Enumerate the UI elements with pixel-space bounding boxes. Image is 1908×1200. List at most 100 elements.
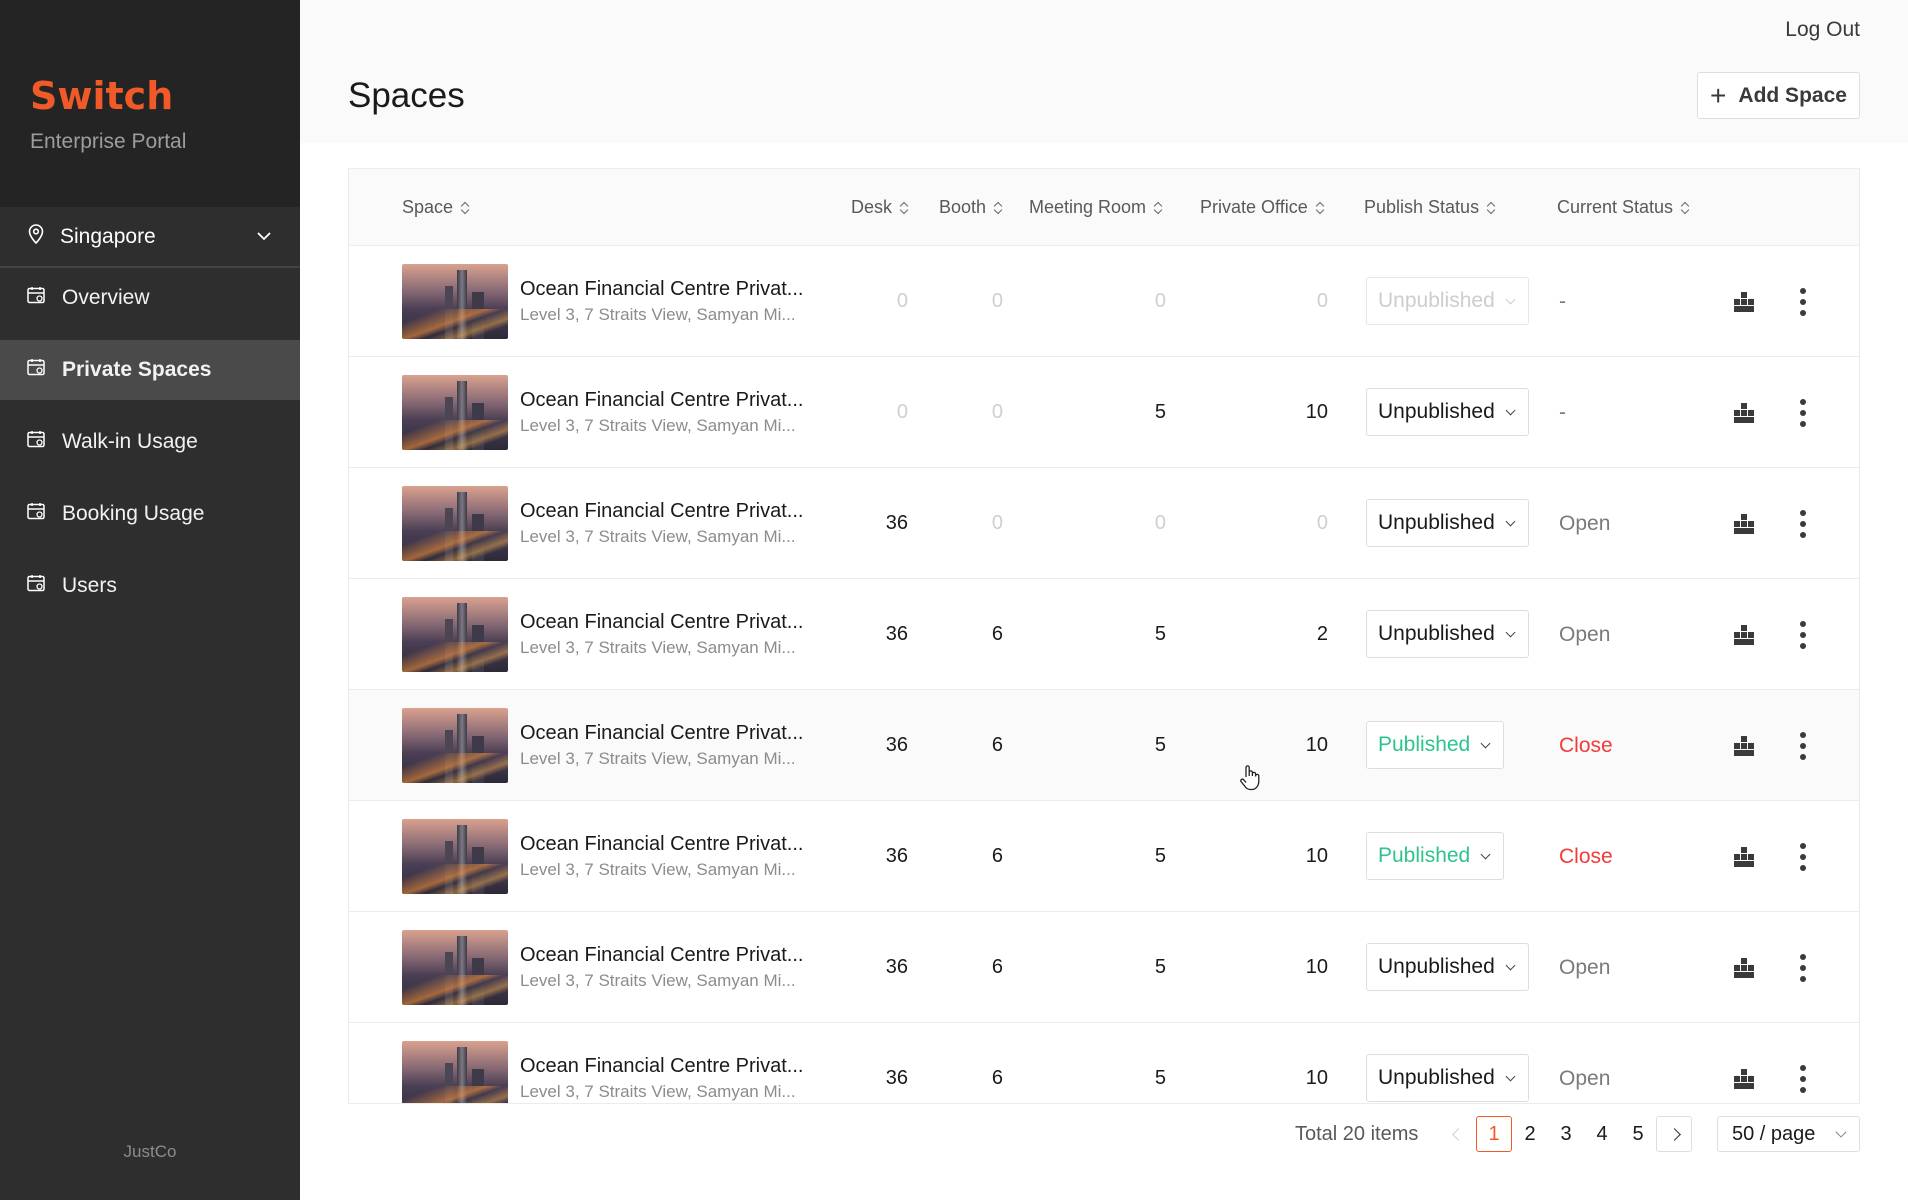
table-row[interactable]: Ocean Financial Centre Privat... Level 3,… [349,912,1859,1023]
more-options-icon[interactable] [1799,399,1807,427]
sidebar-item-overview[interactable]: Overview [0,268,300,328]
column-label: Booth [939,197,987,217]
private-office-count: 10 [1305,734,1328,756]
current-status: - [1559,289,1566,313]
sort-icon [461,201,469,215]
chevron-down-icon [1480,738,1491,748]
floor-plan-icon[interactable] [1732,845,1756,869]
sort-icon [1487,201,1495,215]
sidebar-item-walk-in-usage[interactable]: Walk-in Usage [0,412,300,472]
chevron-down-icon [1505,1071,1516,1081]
floor-plan-icon[interactable] [1732,956,1756,980]
current-status: Open [1559,622,1611,646]
more-options-icon[interactable] [1799,843,1807,871]
floor-plan-icon[interactable] [1732,623,1756,647]
plus-icon: + [1710,79,1727,111]
more-options-icon[interactable] [1799,621,1807,649]
table-row[interactable]: Ocean Financial Centre Privat... Level 3,… [349,579,1859,690]
column-header-meeting-room[interactable]: Meeting Room [1029,169,1162,246]
sidebar-item-users[interactable]: Users [0,556,300,616]
more-options-icon[interactable] [1799,1065,1807,1093]
column-label: Private Office [1200,197,1308,217]
publish-status-value: Unpublished [1378,622,1495,645]
column-label: Current Status [1557,197,1674,217]
sort-icon [1154,201,1162,215]
publish-status-select[interactable]: Published [1366,721,1505,769]
column-header-space[interactable]: Space [402,169,469,246]
current-status: Close [1559,733,1613,757]
publish-status-select[interactable]: Unpublished [1366,1054,1529,1102]
table-row[interactable]: Ocean Financial Centre Privat... Level 3,… [349,246,1859,357]
location-selector[interactable]: Singapore [0,207,300,268]
column-header-booth[interactable]: Booth [939,169,1002,246]
chevron-right-icon [1667,1127,1681,1141]
sidebar-item-label: Users [62,574,117,597]
hand-cursor-icon [1238,764,1262,792]
more-options-icon[interactable] [1799,732,1807,760]
table-body: Ocean Financial Centre Privat... Level 3,… [349,246,1859,1103]
prev-page-button[interactable] [1440,1116,1476,1152]
chevron-down-icon [256,228,272,246]
location-pin-icon [26,223,46,250]
chevron-left-icon [1451,1127,1465,1141]
publish-status-select[interactable]: Unpublished [1366,388,1529,436]
floor-plan-icon[interactable] [1732,290,1756,314]
more-options-icon[interactable] [1799,510,1807,538]
column-header-publish-status[interactable]: Publish Status [1364,169,1495,246]
more-options-icon[interactable] [1799,954,1807,982]
floor-plan-icon[interactable] [1732,1067,1756,1091]
chevron-down-icon [1480,849,1491,859]
current-status: Open [1559,955,1611,979]
location-label: Singapore [60,224,156,248]
chevron-down-icon [1505,627,1516,637]
page-button-5[interactable]: 5 [1620,1116,1656,1152]
table-row[interactable]: Ocean Financial Centre Privat... Level 3,… [349,801,1859,912]
table-row[interactable]: Ocean Financial Centre Privat... Level 3,… [349,690,1859,801]
column-header-desk[interactable]: Desk [851,169,908,246]
page-size-select[interactable]: 50 / page [1717,1116,1860,1152]
publish-status-value: Published [1378,733,1471,756]
page-size-value: 50 / page [1732,1122,1816,1145]
table-row[interactable]: Ocean Financial Centre Privat... Level 3,… [349,357,1859,468]
publish-status-select[interactable]: Unpublished [1366,610,1529,658]
next-page-button[interactable] [1656,1116,1692,1152]
floor-plan-icon[interactable] [1732,401,1756,425]
private-office-count: 2 [1316,623,1328,645]
page-button-1[interactable]: 1 [1476,1116,1512,1152]
calendar-icon [26,501,46,527]
column-label: Desk [851,197,893,217]
sidebar-item-private-spaces[interactable]: Private Spaces [0,340,300,400]
current-status: - [1559,400,1566,424]
more-options-icon[interactable] [1799,288,1807,316]
sidebar: Switch Enterprise Portal Singapore Overv… [0,0,300,1200]
floor-plan-icon[interactable] [1732,734,1756,758]
switch-logo[interactable]: Switch [30,74,300,118]
column-header-current-status[interactable]: Current Status [1557,169,1689,246]
publish-status-select[interactable]: Unpublished [1366,499,1529,547]
table-row[interactable]: Ocean Financial Centre Privat... Level 3,… [349,1023,1859,1103]
logout-link[interactable]: Log Out [1785,18,1860,42]
table-row[interactable]: Ocean Financial Centre Privat... Level 3,… [349,468,1859,579]
private-office-count: 10 [1305,956,1328,978]
column-label: Publish Status [1364,197,1480,217]
calendar-icon [26,573,46,599]
page-button-4[interactable]: 4 [1584,1116,1620,1152]
page-button-3[interactable]: 3 [1548,1116,1584,1152]
publish-status-select[interactable]: Unpublished [1366,277,1529,325]
column-header-private-office[interactable]: Private Office [1200,169,1324,246]
floor-plan-icon[interactable] [1732,512,1756,536]
sidebar-item-booking-usage[interactable]: Booking Usage [0,484,300,544]
sidebar-footer: JustCo [123,1142,177,1161]
publish-status-value: Published [1378,844,1471,867]
page-title: Spaces [348,76,465,115]
current-status: Open [1559,511,1611,535]
sort-icon [1316,201,1324,215]
chevron-down-icon [1505,405,1516,415]
page-button-2[interactable]: 2 [1512,1116,1548,1152]
publish-status-select[interactable]: Published [1366,832,1505,880]
publish-status-select[interactable]: Unpublished [1366,943,1529,991]
spaces-table: Space Desk Booth Meeting Room Private Of… [348,168,1860,1104]
add-space-button[interactable]: + Add Space [1697,72,1860,119]
publish-status-value: Unpublished [1378,955,1495,978]
publish-status-value: Unpublished [1378,289,1495,312]
